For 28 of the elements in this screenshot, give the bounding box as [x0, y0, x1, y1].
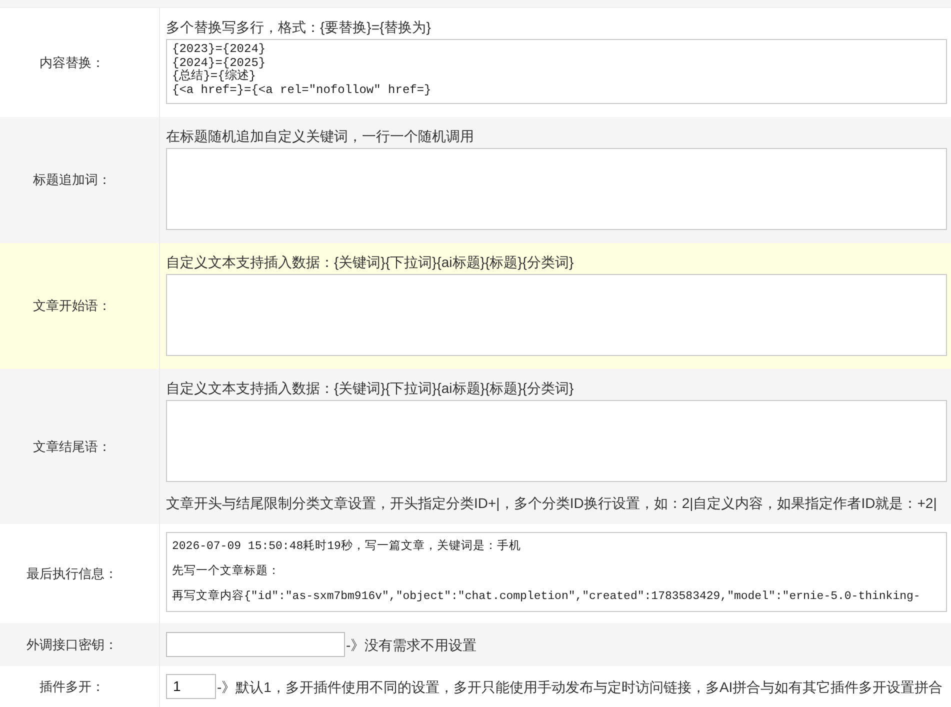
hint-text: 多个替换写多行，格式：{要替换}={替换为}	[166, 19, 431, 35]
log-text-line: 再写文章内容{"id":"as-sxm7bm916v","object":"chat.completion","created":1783583429,"model":"ernie-5.0-thinking-	[172, 589, 920, 604]
text-input-field[interactable]	[166, 632, 345, 657]
textarea-field[interactable]	[166, 274, 947, 356]
field-label: 最后执行信息：	[26, 566, 118, 582]
field-label: 文章开始语：	[33, 298, 111, 314]
help-text: 文章开头与结尾限制分类文章设置，开头指定分类ID+|，多个分类ID换行设置，如：2|自定义内容，如果指定作者ID就是：+2|	[166, 495, 937, 511]
log-textarea-field[interactable]: 2026-07-09 15:50:48耗时19秒，写一篇文章，关键词是：手机 先写一个文章标题： 再写文章内容{"id":"as-sxm7bm916v","object":"chat.completion","created":1783583429,"model":"ernie-5.0-thinking-	[166, 532, 947, 612]
hint-text: 在标题随机追加自定义关键词，一行一个随机调用	[166, 128, 474, 144]
textarea-field[interactable]: {2023}={2024} {2024}={2025} {总结}={综述} {<a href=}={<a rel="nofollow" href=}	[166, 39, 947, 104]
hint-text: -》没有需求不用设置	[346, 636, 477, 652]
field-label: 内容替换：	[40, 54, 104, 70]
hint-text: 自定义文本支持插入数据：{关键词}{下拉词}{ai标题}{标题}{分类词}	[166, 380, 574, 396]
field-label: 外调接口密钥：	[26, 636, 118, 652]
hint-text: 自定义文本支持插入数据：{关键词}{下拉词}{ai标题}{标题}{分类词}	[166, 254, 574, 270]
hint-text: -》默认1，多开插件使用不同的设置，多开只能使用手动发布与定时访问链接，多AI拼合与如有其它插件多开设置拼合	[217, 678, 943, 694]
field-label: 文章结尾语：	[33, 438, 111, 454]
field-label: 标题追加词：	[33, 172, 111, 188]
field-label: 插件多开：	[40, 679, 104, 695]
textarea-field[interactable]	[166, 148, 947, 230]
field-text-line: {总结}={综述}	[172, 70, 256, 84]
textarea-field[interactable]	[166, 400, 947, 482]
log-text-line: 2026-07-09 15:50:48耗时19秒，写一篇文章，关键词是：手机	[172, 539, 521, 554]
log-text-line: 先写一个文章标题：	[172, 564, 280, 579]
number-input-field[interactable]: 1	[166, 674, 216, 699]
field-text-line: {2024}={2025}	[172, 56, 266, 70]
field-text-line: {<a href=}={<a rel="nofollow" href=}	[172, 84, 432, 97]
field-text-line: {2023}={2024}	[172, 43, 266, 56]
